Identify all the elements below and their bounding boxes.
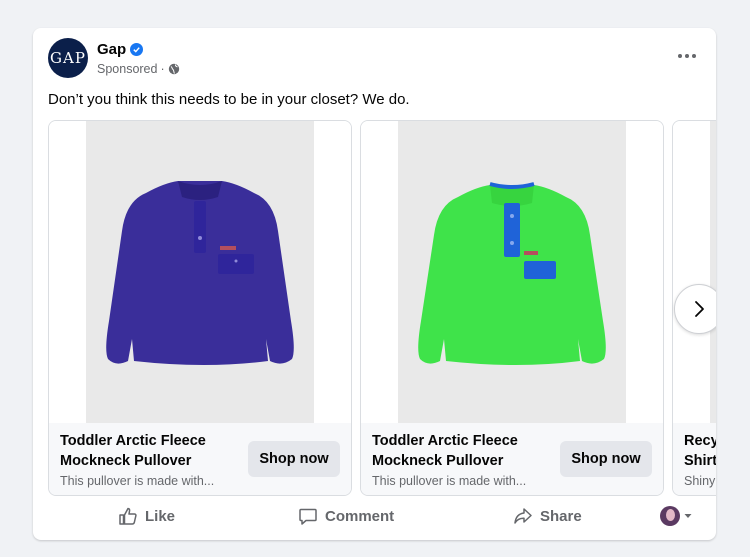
product-carousel: Toddler Arctic Fleece Mockneck Pullover … [48,120,716,496]
comment-label: Comment [325,507,395,525]
product-description: This pullover is made with... [372,474,527,488]
chevron-down-icon [684,514,692,518]
product-description: Shiny [684,474,716,488]
product-image[interactable] [361,121,663,423]
sponsored-post-card: GAP Gap Sponsored · Don’t you think this… [33,28,716,540]
post-meta: Sponsored · [97,62,180,76]
globe-icon [168,63,180,75]
carousel-item[interactable]: Toddler Arctic Fleece Mockneck Pullover … [48,120,352,496]
carousel-item-footer: Toddler Arctic Fleece Mockneck Pullover … [361,423,663,495]
post-caption: Don’t you think this needs to be in your… [48,91,410,108]
meta-separator: · [160,62,165,76]
comment-icon [299,508,317,525]
like-button[interactable]: Like [118,506,175,526]
product-title[interactable]: Recy Shirt [684,431,716,471]
page-avatar[interactable]: GAP [48,38,88,78]
page-name[interactable]: Gap [97,41,126,58]
shop-now-button[interactable]: Shop now [560,441,652,477]
reaction-identity-selector[interactable] [660,506,693,526]
thumbs-up-icon [119,507,137,525]
product-description: This pullover is made with... [60,474,215,488]
like-label: Like [145,507,176,525]
gap-logo-text: GAP [50,49,86,67]
product-image[interactable] [49,121,351,423]
sponsored-label[interactable]: Sponsored [97,62,157,76]
verified-badge-icon [130,43,144,56]
product-title[interactable]: Toddler Arctic Fleece Mockneck Pullover [372,431,542,471]
post-action-bar: Like Comment Share [48,500,701,536]
product-image[interactable] [673,121,716,423]
page-name-row: Gap [97,41,144,58]
carousel-item-footer: Toddler Arctic Fleece Mockneck Pullover … [49,423,351,495]
shop-now-button[interactable]: Shop now [248,441,340,477]
more-options-icon[interactable] [673,46,701,66]
share-button[interactable]: Share [513,506,582,526]
carousel-item[interactable]: Toddler Arctic Fleece Mockneck Pullover … [360,120,664,496]
post-header: GAP Gap Sponsored · [48,38,701,80]
carousel-item-footer: Recy Shirt Shiny [673,423,716,495]
blue-fleece-pullover-image [106,181,294,365]
green-fleece-pullover-image [418,182,606,365]
chevron-right-icon [695,301,704,317]
user-avatar [660,506,680,526]
share-icon [514,508,532,524]
carousel-next-button[interactable] [674,284,716,334]
product-title[interactable]: Toddler Arctic Fleece Mockneck Pullover [60,431,230,471]
share-label: Share [540,507,582,525]
comment-button[interactable]: Comment [298,506,394,526]
